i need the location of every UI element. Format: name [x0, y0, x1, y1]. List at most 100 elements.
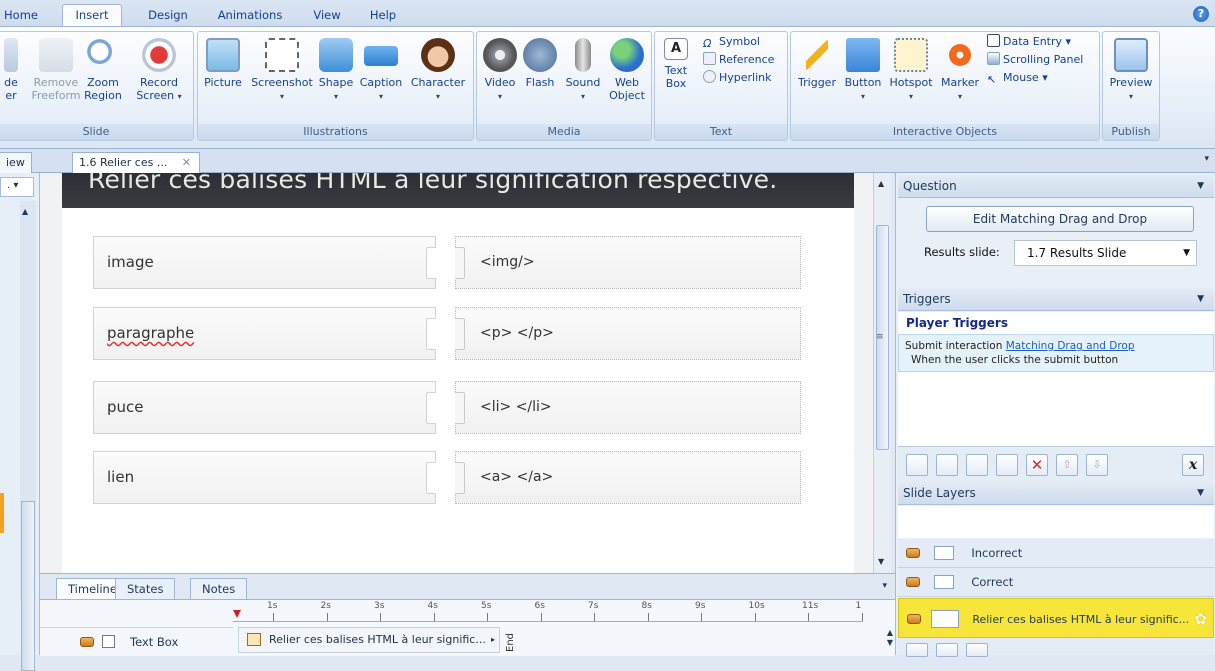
- question-panel-header[interactable]: Question ▼: [898, 175, 1214, 198]
- edit-matching-button[interactable]: Edit Matching Drag and Drop: [926, 206, 1194, 232]
- remove-freeform-button[interactable]: Remove Freeform: [31, 38, 81, 102]
- text-box-button[interactable]: A Text Box: [661, 38, 691, 90]
- screenshot-button[interactable]: Screenshot ▾: [248, 38, 316, 103]
- video-icon: [483, 38, 517, 72]
- trigger-button[interactable]: Trigger: [795, 38, 839, 89]
- drag-item-puce[interactable]: puce: [93, 381, 436, 434]
- layer-thumbnail: [933, 575, 954, 589]
- chevron-down-icon: ▼: [1183, 248, 1190, 258]
- gear-icon[interactable]: ✿: [1194, 599, 1207, 639]
- slide-title[interactable]: Relier ces balises HTML à leur significa…: [88, 173, 777, 194]
- drag-item-image[interactable]: image: [93, 236, 436, 289]
- tab-list-dropdown-icon[interactable]: ▾: [1204, 154, 1209, 164]
- sound-button[interactable]: Sound ▾: [563, 38, 603, 103]
- layer-base[interactable]: Relier ces balises HTML à leur signific.…: [898, 598, 1214, 638]
- playhead-icon[interactable]: [233, 610, 241, 618]
- preview-button[interactable]: Preview ▾: [1107, 38, 1155, 103]
- results-slide-select[interactable]: 1.7 Results Slide ▼: [1014, 240, 1197, 266]
- scroll-up-icon[interactable]: ▲: [22, 207, 28, 216]
- ruler-tick-mark: [808, 613, 809, 621]
- picture-button[interactable]: Picture: [202, 38, 244, 89]
- scroll-up-icon[interactable]: ▲: [878, 179, 884, 188]
- hyperlink-button[interactable]: Hyperlink: [703, 70, 772, 86]
- tab-insert[interactable]: Insert: [62, 4, 122, 27]
- record-screen-button[interactable]: Record Screen ▾: [133, 38, 185, 103]
- tab-help[interactable]: Help: [362, 6, 404, 26]
- variables-icon[interactable]: x: [1182, 454, 1204, 476]
- hotspot-button[interactable]: Hotspot ▾: [887, 38, 935, 103]
- lock-checkbox[interactable]: [102, 635, 115, 648]
- shape-icon: [319, 38, 353, 72]
- chevron-down-icon: ▼: [1197, 488, 1204, 498]
- reference-button[interactable]: Reference: [703, 52, 774, 68]
- mouse-button[interactable]: ↖ Mouse ▾: [987, 70, 1048, 86]
- drop-target-li[interactable]: <li> </li>: [455, 381, 801, 434]
- tab-view[interactable]: View: [304, 6, 350, 26]
- stage-vertical-scrollbar[interactable]: ▲ ▼: [873, 173, 891, 573]
- preview-icon: [1114, 38, 1148, 72]
- timeline-bar-textbox[interactable]: Relier ces balises HTML à leur signific.…: [238, 627, 500, 653]
- eye-icon[interactable]: [907, 614, 921, 624]
- caption-button[interactable]: Caption ▾: [358, 38, 404, 103]
- close-tab-icon[interactable]: ✕: [182, 153, 191, 172]
- move-up-icon[interactable]: ⇧: [1056, 454, 1078, 476]
- ruler-tick-mark: [861, 613, 863, 621]
- tab-story-view[interactable]: iew: [0, 152, 32, 173]
- character-button[interactable]: Character ▾: [410, 38, 466, 103]
- zoom-icon: [86, 38, 120, 72]
- video-button[interactable]: Video ▾: [481, 38, 519, 103]
- tab-slide-1-6[interactable]: 1.6 Relier ces ... ✕: [72, 152, 200, 173]
- tab-states[interactable]: States: [115, 578, 176, 599]
- layer-thumbnail: [930, 610, 959, 628]
- zoom-region-button[interactable]: Zoom Region: [83, 38, 123, 102]
- drag-item-paragraphe[interactable]: paragraphe: [93, 307, 436, 360]
- data-entry-button[interactable]: Data Entry ▾: [987, 34, 1071, 50]
- trigger-object-link[interactable]: Matching Drag and Drop: [1006, 340, 1135, 352]
- eye-icon[interactable]: [80, 637, 94, 647]
- slide-cut-button[interactable]: de er: [3, 38, 19, 102]
- edit-trigger-icon[interactable]: [936, 454, 958, 476]
- drop-target-img[interactable]: <img/>: [455, 236, 801, 289]
- timeline-end-marker[interactable]: End: [505, 630, 519, 652]
- left-panel-scrollbar[interactable]: ▲: [20, 201, 36, 671]
- text-box-icon: A: [664, 38, 688, 60]
- drop-target-p[interactable]: <p> </p>: [455, 307, 801, 360]
- layer-correct[interactable]: Correct: [898, 568, 1214, 597]
- copy-trigger-icon[interactable]: [966, 454, 988, 476]
- tab-home[interactable]: Home: [0, 6, 42, 26]
- triggers-panel-header[interactable]: Triggers ▼: [898, 288, 1214, 311]
- flash-button[interactable]: Flash: [521, 38, 559, 89]
- slide-icon: [4, 38, 18, 72]
- scroll-down-icon[interactable]: ▼: [878, 557, 884, 566]
- tab-notes[interactable]: Notes: [190, 578, 248, 599]
- shape-button[interactable]: Shape ▾: [316, 38, 356, 103]
- marker-button[interactable]: Marker ▾: [937, 38, 983, 103]
- move-down-icon[interactable]: ⇩: [1086, 454, 1108, 476]
- eye-icon[interactable]: [906, 577, 920, 587]
- trigger-item[interactable]: Submit interaction Matching Drag and Dro…: [898, 334, 1214, 372]
- ruler-tick-mark: [380, 613, 381, 621]
- symbol-button[interactable]: Ω Symbol: [703, 34, 760, 50]
- slide-layers-header[interactable]: Slide Layers ▼: [898, 482, 1214, 505]
- help-icon[interactable]: ?: [1193, 6, 1209, 22]
- timeline-scroll-icon[interactable]: ▲ ▼: [887, 628, 893, 648]
- new-trigger-icon[interactable]: [906, 454, 928, 476]
- left-panel-dropdown[interactable]: . ▾: [0, 177, 34, 197]
- left-scroll-thumb[interactable]: [21, 501, 35, 671]
- timeline-collapse-icon[interactable]: ▾: [882, 581, 887, 591]
- tab-animations[interactable]: Animations: [210, 6, 290, 26]
- layers-empty-area: [898, 506, 1214, 538]
- paste-trigger-icon[interactable]: [996, 454, 1018, 476]
- drop-target-a[interactable]: <a> </a>: [455, 451, 801, 504]
- eye-icon[interactable]: [906, 548, 920, 558]
- button-button[interactable]: Button ▾: [841, 38, 885, 103]
- microphone-icon: [575, 38, 591, 72]
- drag-item-lien[interactable]: lien: [93, 451, 436, 504]
- web-object-button[interactable]: Web Object: [605, 38, 649, 102]
- panel-splitter-grip[interactable]: ≡: [876, 332, 884, 342]
- delete-trigger-icon[interactable]: ✕: [1026, 454, 1048, 476]
- scrolling-panel-button[interactable]: Scrolling Panel: [987, 52, 1083, 68]
- triggers-toolbar: ✕ ⇧ ⇩ x: [898, 446, 1214, 482]
- tab-design[interactable]: Design: [138, 6, 198, 26]
- layer-incorrect[interactable]: Incorrect: [898, 539, 1214, 568]
